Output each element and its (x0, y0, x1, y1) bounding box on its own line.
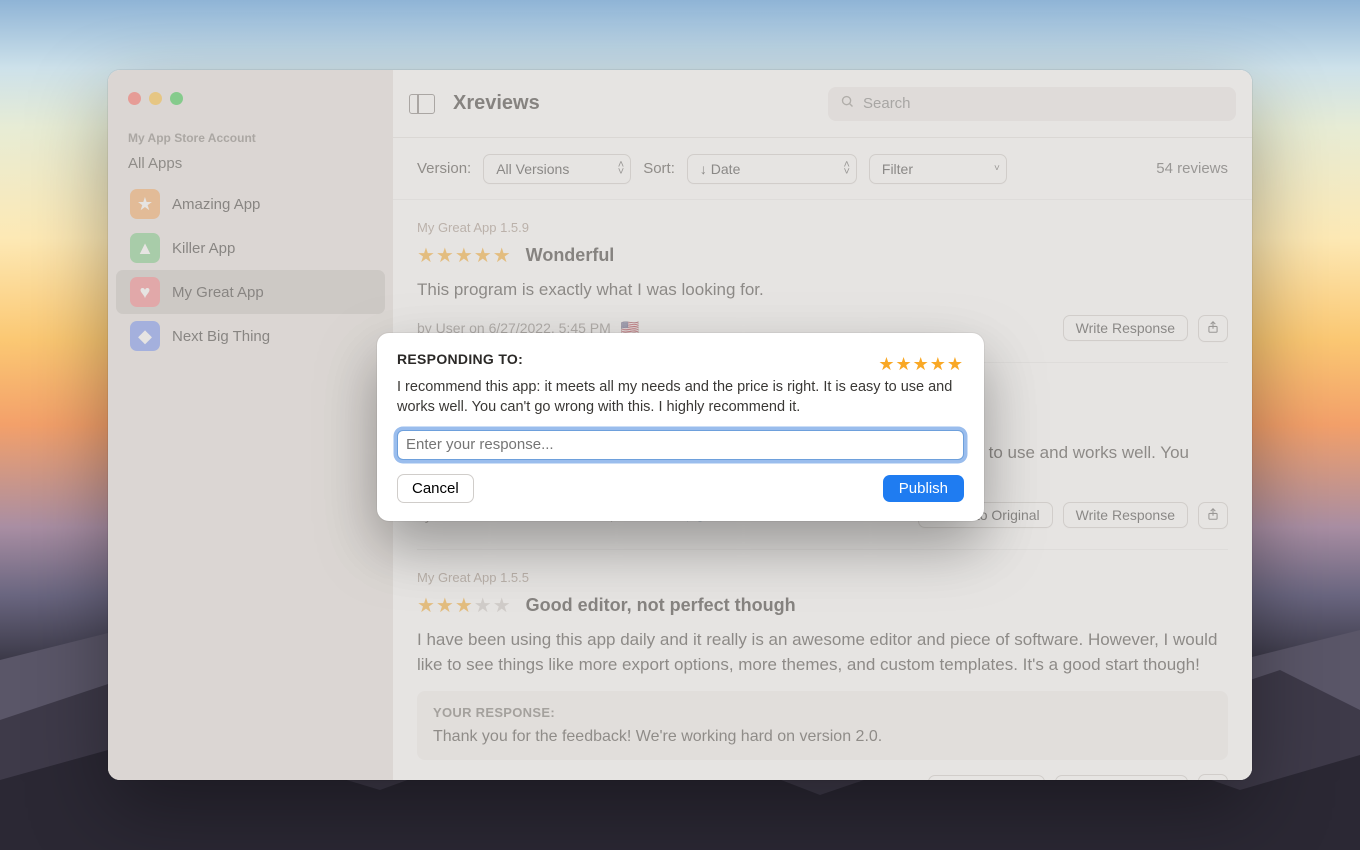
desktop-background: My App Store Account All Apps ★ Amazing … (0, 0, 1360, 850)
response-input[interactable] (397, 430, 964, 460)
cancel-button[interactable]: Cancel (397, 474, 474, 503)
modal-review-body: I recommend this app: it meets all my ne… (397, 377, 964, 418)
modal-rating-stars: ★★★★★ (878, 354, 964, 375)
publish-button[interactable]: Publish (883, 475, 964, 502)
respond-modal: RESPONDING TO: ★★★★★ I recommend this ap… (377, 333, 984, 521)
modal-heading: RESPONDING TO: (397, 351, 523, 367)
